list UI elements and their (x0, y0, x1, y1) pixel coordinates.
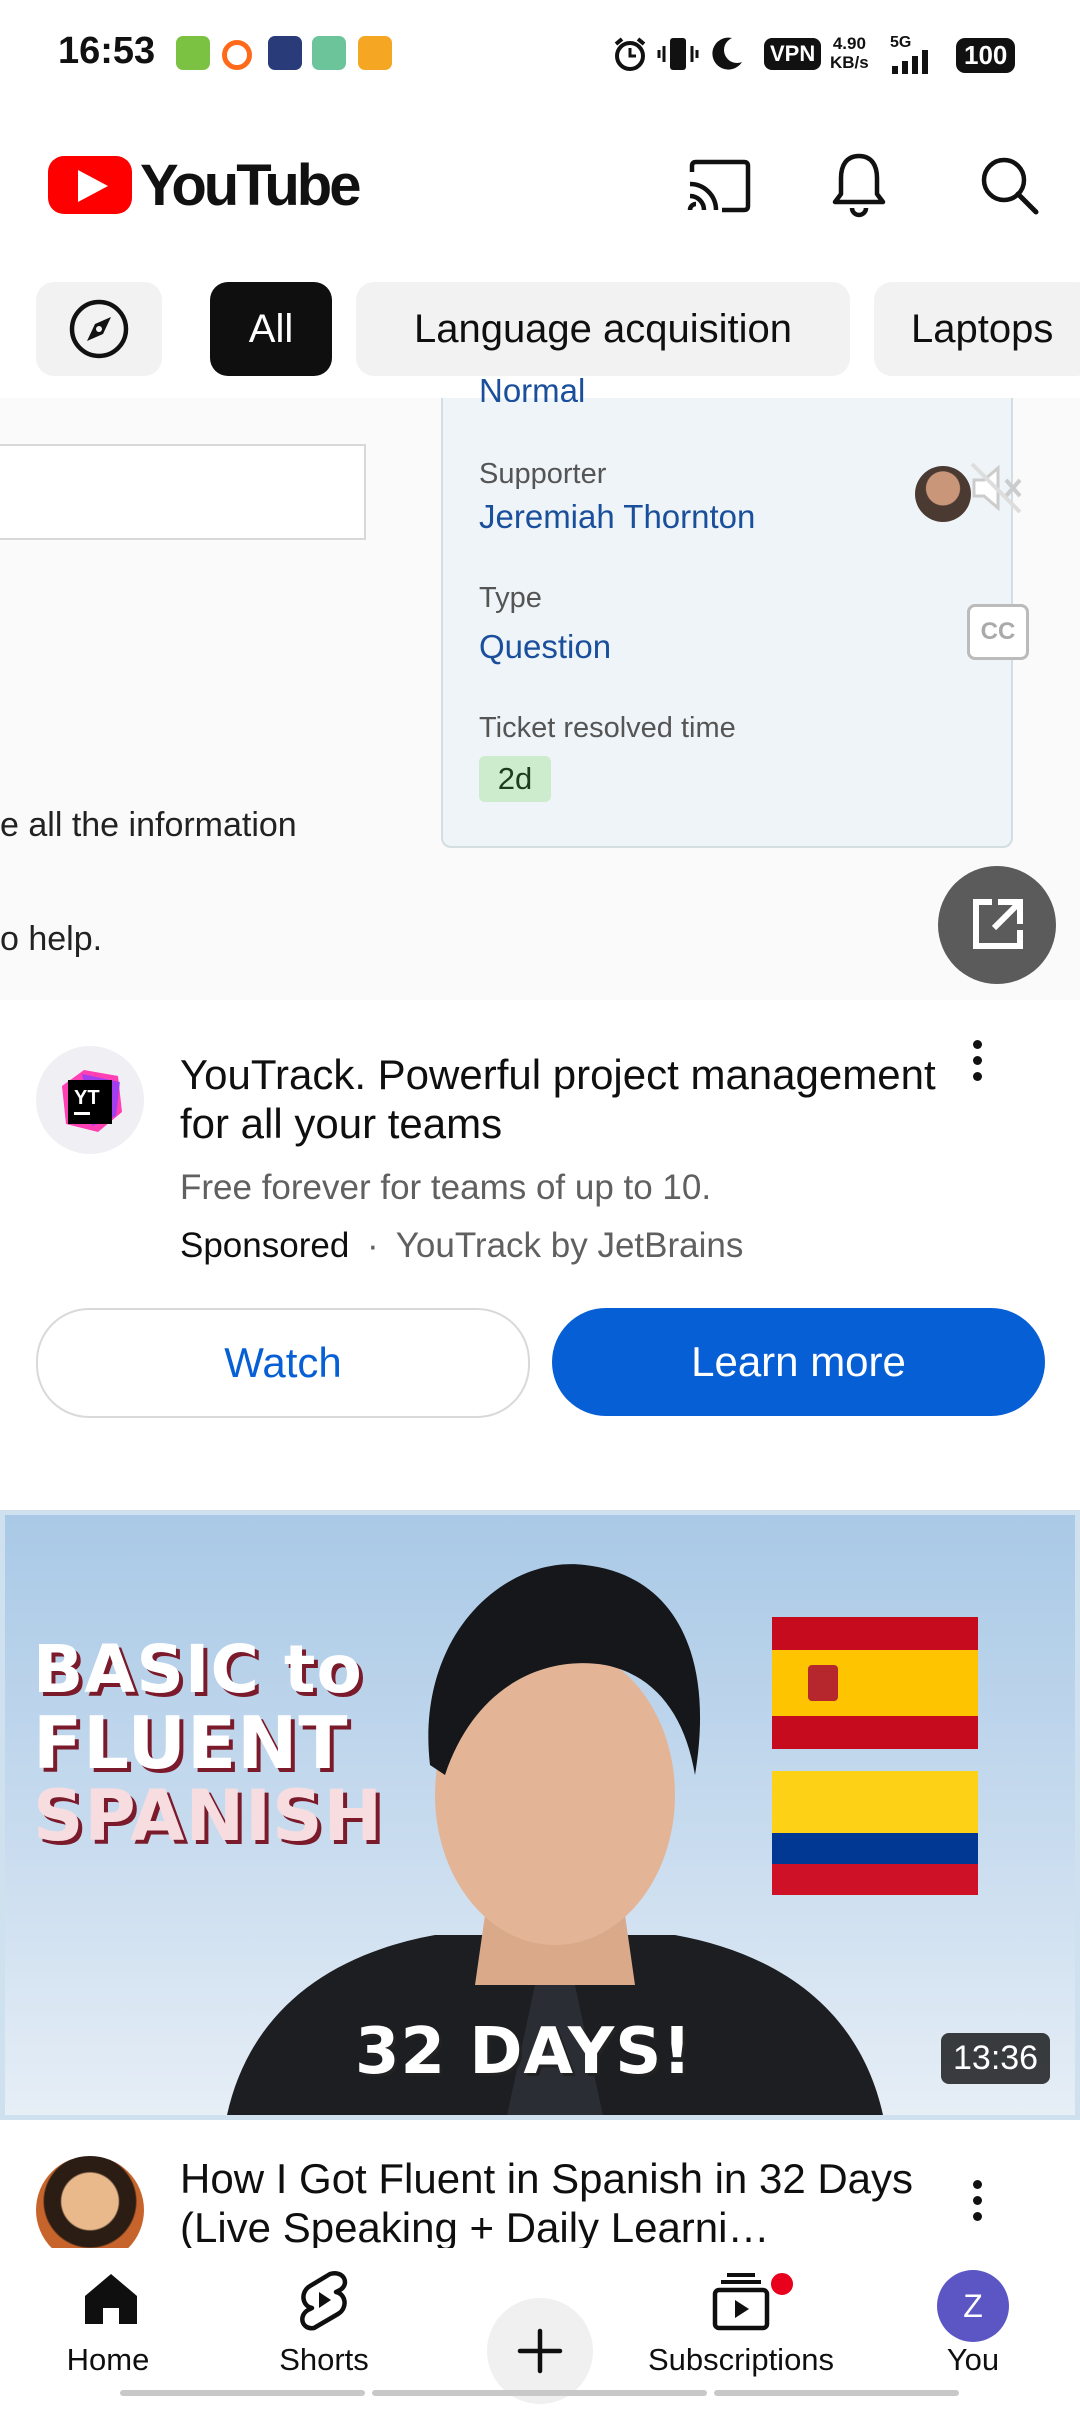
nav-subscriptions-label: Subscriptions (647, 2342, 835, 2377)
alarm-icon (614, 37, 646, 71)
ad-more-options-button[interactable] (957, 1030, 997, 1090)
video-more-options-button[interactable] (957, 2170, 997, 2230)
captions-icon[interactable]: CC (967, 604, 1029, 660)
supporter-avatar (915, 466, 971, 522)
advertiser-name: YouTrack by JetBrains (395, 1226, 744, 1265)
chip-all[interactable]: All (210, 282, 332, 376)
ticket-priority-value: Normal (479, 372, 586, 402)
external-link-icon (973, 899, 1023, 949)
video-thumbnail[interactable]: BASIC to FLUENT SPANISH 32 DAYS! (0, 1510, 1080, 2120)
app-notification-icon (268, 36, 302, 70)
gesture-bar (372, 2390, 707, 2396)
vpn-badge: VPN (764, 38, 822, 70)
youtrack-logo[interactable]: YT (36, 1046, 144, 1154)
nav-home[interactable]: Home (8, 2264, 208, 2384)
thumbnail-days-text: 32 DAYS! (355, 2015, 693, 2089)
play-icon (78, 170, 108, 202)
thumbnail-text: FLUENT (33, 1701, 349, 1785)
watch-button[interactable]: Watch (36, 1308, 530, 1418)
mute-icon[interactable] (964, 456, 1028, 520)
create-button[interactable] (487, 2298, 593, 2404)
app-notification-icon (358, 36, 392, 70)
plus-icon (517, 2328, 563, 2374)
chip-laptops[interactable]: Laptops (874, 282, 1080, 376)
learn-more-button[interactable]: Learn more (552, 1308, 1045, 1416)
resolved-time-badge: 2d (479, 756, 551, 802)
nav-subscriptions[interactable]: Subscriptions (641, 2264, 841, 2384)
app-notification-icon (312, 36, 346, 70)
resolved-time-label: Ticket resolved time (479, 712, 736, 744)
search-icon[interactable] (978, 154, 1040, 216)
video-title[interactable]: How I Got Fluent in Spanish in 32 Days (… (180, 2154, 920, 2252)
svg-text:YT: YT (74, 1087, 100, 1109)
nav-shorts[interactable]: Shorts (224, 2264, 424, 2384)
supporter-value: Jeremiah Thornton (479, 498, 756, 535)
gesture-bar (714, 2390, 959, 2396)
nav-home-label: Home (66, 2342, 150, 2377)
nav-you-label: You (946, 2342, 1000, 2377)
chip-language-acquisition[interactable]: Language acquisition (356, 282, 850, 376)
home-icon (85, 2274, 137, 2324)
ad-info-text: o help. (0, 920, 103, 958)
flags-image (772, 1617, 978, 1895)
ad-title[interactable]: YouTrack. Powerful project management fo… (180, 1050, 940, 1148)
app-notification-icon (222, 40, 252, 70)
status-time: 16:53 (58, 30, 156, 72)
explore-chip[interactable] (36, 282, 162, 376)
youtrack-logo-icon: YT (62, 1070, 122, 1132)
ad-meta: Sponsored · YouTrack by JetBrains (180, 1226, 743, 1266)
sponsored-label: Sponsored (180, 1226, 350, 1265)
supporter-label: Supporter (479, 458, 607, 490)
open-external-button[interactable] (938, 866, 1056, 984)
cast-icon[interactable] (686, 158, 752, 214)
subscriptions-icon (712, 2273, 770, 2331)
thumbnail-text: BASIC to (33, 1631, 363, 1708)
meta-separator: · (367, 1226, 379, 1265)
youtube-logo-text[interactable]: YouTube (140, 152, 361, 219)
app-notification-icon (176, 36, 210, 70)
profile-avatar[interactable]: Z (937, 2270, 1009, 2342)
network-speed: 4.90 KB/s (830, 34, 869, 72)
vibrate-icon (657, 38, 699, 70)
shorts-icon (300, 2271, 348, 2331)
subscriptions-notification-dot (768, 2270, 796, 2298)
signal-icon (892, 50, 928, 74)
ad-info-text: e all the information (0, 806, 297, 844)
compass-icon (69, 299, 129, 359)
notifications-bell-icon[interactable] (830, 150, 888, 218)
thumbnail-text: SPANISH (33, 1775, 384, 1857)
type-label: Type (479, 582, 542, 614)
ad-description: Free forever for teams of up to 10. (180, 1168, 712, 1207)
do-not-disturb-moon-icon (712, 37, 742, 70)
nav-shorts-label: Shorts (279, 2342, 369, 2377)
video-duration: 13:36 (941, 2033, 1051, 2084)
gesture-bar (120, 2390, 365, 2396)
type-value: Question (479, 628, 612, 665)
ad-input-box (0, 444, 366, 540)
battery-indicator: 100 (956, 38, 1016, 73)
